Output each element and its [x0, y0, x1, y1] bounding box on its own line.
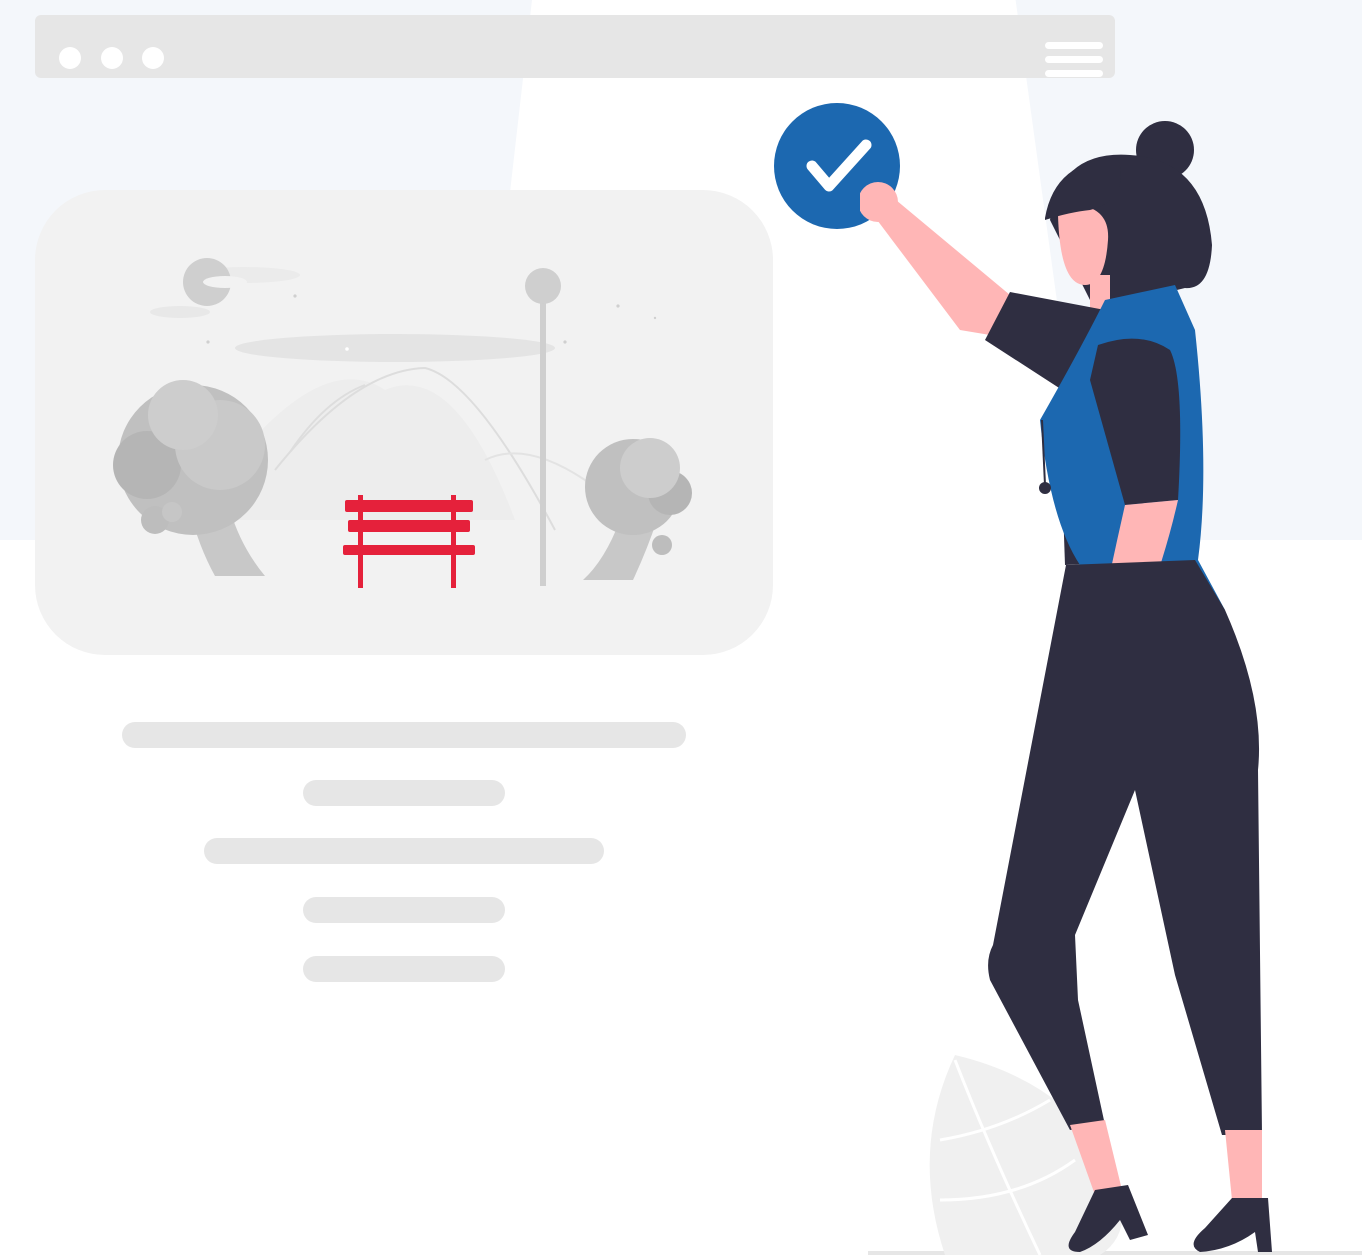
text-placeholder-line	[204, 838, 604, 864]
image-card[interactable]	[35, 190, 773, 655]
tree-icon	[583, 438, 692, 580]
hamburger-menu-icon[interactable]	[1045, 42, 1103, 78]
window-dot-icon[interactable]	[142, 47, 164, 69]
park-scene-image	[113, 258, 692, 588]
hill-shape	[235, 379, 565, 520]
text-placeholder-line	[303, 780, 505, 806]
window-dot-icon[interactable]	[101, 47, 123, 69]
streetlamp-icon	[525, 268, 561, 586]
text-placeholder-line	[303, 897, 505, 923]
cloud-shape	[235, 334, 555, 362]
bench-icon	[343, 495, 475, 588]
text-placeholder-line	[122, 722, 686, 748]
tree-icon	[113, 380, 268, 576]
woman-figure	[860, 121, 1362, 1256]
text-placeholder-line	[303, 956, 505, 982]
browser-bar	[35, 15, 1115, 78]
moon-icon	[183, 258, 247, 306]
window-dot-icon[interactable]	[59, 47, 81, 69]
cloud-shape	[150, 306, 210, 318]
